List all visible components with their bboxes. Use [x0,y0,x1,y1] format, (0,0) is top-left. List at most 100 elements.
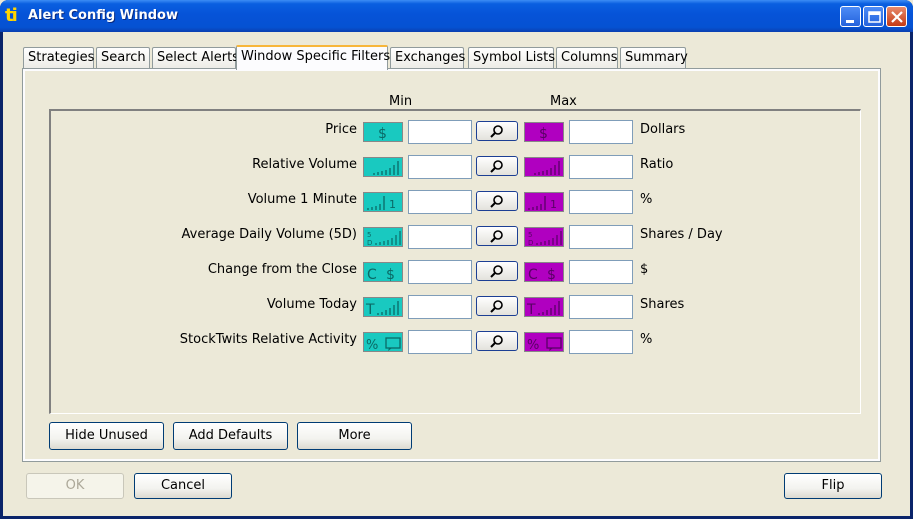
svg-text:%: % [527,338,539,353]
volume-1-minute-search-button[interactable] [476,191,518,211]
change-from-close-min-input[interactable] [408,260,472,284]
tab-columns[interactable]: Columns [556,47,618,69]
cancel-button[interactable]: Cancel [134,473,232,499]
flip-button[interactable]: Flip [784,473,882,499]
magnifier-icon [490,335,503,348]
relative-volume-max-input[interactable] [569,155,633,179]
stocktwits-activity-icon[interactable]: % [524,332,564,353]
svg-text:$: $ [378,126,387,142]
filter-row-volume-today: Volume Today T T Shares [51,295,851,319]
volume-today-max-input[interactable] [569,295,633,319]
window-title: Alert Config Window [28,8,178,23]
svg-text:$: $ [547,267,556,283]
filter-row-price: Price $ $ Dollars [51,120,851,144]
tab-search[interactable]: Search [96,47,150,69]
svg-text:5: 5 [528,231,532,239]
maximize-icon [868,11,881,23]
filter-label: Change from the Close [207,262,357,277]
volume-1-minute-icon[interactable]: 1 [363,192,403,212]
volume-1-minute-icon[interactable]: 1 [524,192,564,212]
price-dollar-icon[interactable]: $ [524,122,564,142]
svg-text:%: % [366,338,378,353]
filter-row-average-daily-volume: Average Daily Volume (5D) 5D 5D Shares / [51,225,851,249]
svg-text:5: 5 [367,231,371,239]
filter-grid[interactable]: Price $ $ Dollars Relative Volume Ratio … [49,109,861,414]
tab-window-specific-filters[interactable]: Window Specific Filters [236,45,390,70]
price-search-button[interactable] [476,121,518,141]
svg-text:C: C [528,267,538,283]
alert-config-window: ti Alert Config Window Strategies Search… [0,0,913,519]
stocktwits-activity-search-button[interactable] [476,331,518,351]
volume-today-search-button[interactable] [476,296,518,316]
price-max-input[interactable] [569,120,633,144]
svg-text:T: T [526,302,536,318]
relative-volume-min-input[interactable] [408,155,472,179]
volume-1-minute-max-input[interactable] [569,190,633,214]
svg-text:$: $ [539,126,548,142]
change-from-close-icon[interactable]: C $ [524,262,564,283]
relative-volume-icon[interactable] [363,157,403,177]
volume-1-minute-min-input[interactable] [408,190,472,214]
min-column-header: Min [389,94,413,109]
stocktwits-activity-min-input[interactable] [408,330,472,354]
change-from-close-max-input[interactable] [569,260,633,284]
price-min-input[interactable] [408,120,472,144]
more-button[interactable]: More [297,422,412,450]
relative-volume-search-button[interactable] [476,156,518,176]
change-from-close-search-button[interactable] [476,261,518,281]
volume-today-icon[interactable]: T [363,297,403,318]
filter-row-relative-volume: Relative Volume Ratio [51,155,851,179]
average-daily-volume-icon[interactable]: 5D [363,227,403,247]
magnifier-icon [490,160,503,173]
maximize-button[interactable] [863,6,884,27]
relative-volume-icon[interactable] [524,157,564,177]
average-daily-volume-min-input[interactable] [408,225,472,249]
svg-text:$: $ [386,267,395,283]
hide-unused-button[interactable]: Hide Unused [49,422,164,450]
app-logo-icon: ti [5,5,18,26]
average-daily-volume-max-input[interactable] [569,225,633,249]
svg-text:T: T [365,302,375,318]
tab-select-alerts[interactable]: Select Alerts [152,47,239,69]
stocktwits-activity-icon[interactable]: % [363,332,403,353]
tab-symbol-lists[interactable]: Symbol Lists [468,47,555,69]
filter-label: Price [325,122,357,137]
svg-text:1: 1 [389,198,396,211]
magnifier-icon [490,125,503,138]
filters-panel: Min Max Price $ $ Dollars Relative Volum… [22,68,881,462]
max-column-header: Max [550,94,577,109]
svg-text:D: D [367,239,372,247]
average-daily-volume-search-button[interactable] [476,226,518,246]
stocktwits-activity-max-input[interactable] [569,330,633,354]
tab-summary[interactable]: Summary [620,47,688,69]
minimize-icon [846,20,854,23]
change-from-close-icon[interactable]: C $ [363,262,403,283]
average-daily-volume-icon[interactable]: 5D [524,227,564,247]
volume-today-icon[interactable]: T [524,297,564,318]
filter-unit: Dollars [640,122,686,137]
volume-today-min-input[interactable] [408,295,472,319]
filter-label: Volume Today [266,297,357,312]
tab-strategies[interactable]: Strategies [23,47,94,69]
filter-unit: Ratio [640,157,674,172]
svg-text:D: D [528,239,533,247]
window-client-area: Strategies Search Select Alerts Window S… [3,32,910,516]
add-defaults-button[interactable]: Add Defaults [173,422,288,450]
magnifier-icon [490,265,503,278]
ok-button[interactable]: OK [26,473,124,499]
close-button[interactable] [886,6,907,27]
title-bar[interactable]: ti Alert Config Window [0,0,913,32]
minimize-button[interactable] [840,6,861,27]
filter-row-change-from-close: Change from the Close C $ C $ $ [51,260,851,284]
filters-panel-inner: Min Max Price $ $ Dollars Relative Volum… [25,71,878,459]
price-dollar-icon[interactable]: $ [363,122,403,142]
filter-label: Volume 1 Minute [247,192,357,207]
close-icon [891,11,903,23]
filter-label: StockTwits Relative Activity [179,332,357,347]
magnifier-icon [490,230,503,243]
tab-exchanges[interactable]: Exchanges [390,47,465,69]
filter-row-volume-1-minute: Volume 1 Minute 1 1 % [51,190,851,214]
filter-unit: Shares [640,297,685,312]
magnifier-icon [490,300,503,313]
filter-unit: % [640,332,653,347]
